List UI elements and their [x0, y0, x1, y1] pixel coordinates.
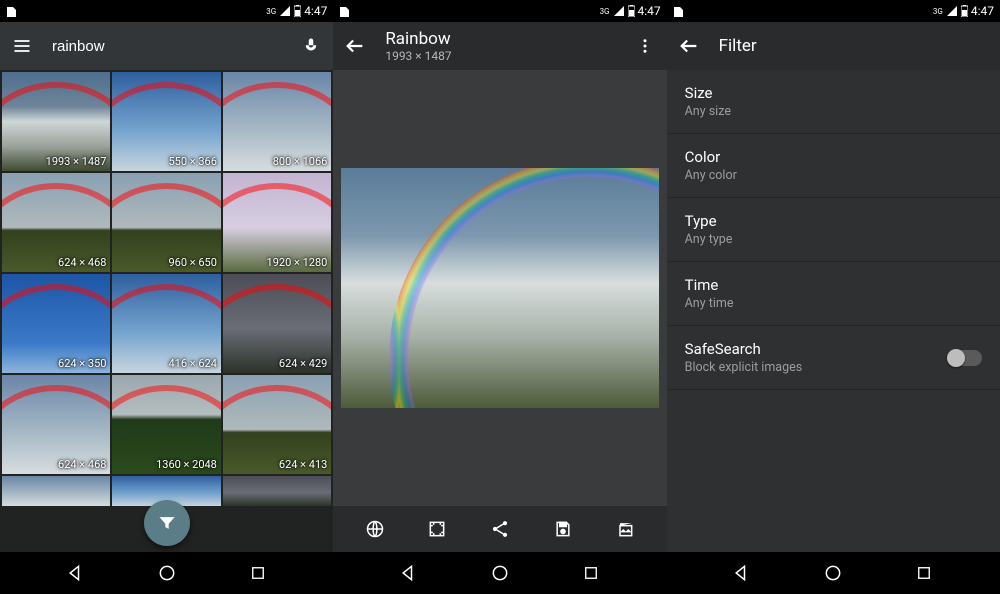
- back-icon[interactable]: [343, 34, 367, 58]
- mic-icon[interactable]: [299, 34, 323, 58]
- sdcard-icon: [339, 5, 350, 18]
- image-thumb[interactable]: 624 × 468: [2, 375, 110, 474]
- battery-icon: [628, 5, 635, 17]
- android-navbar: [333, 552, 666, 594]
- image-thumb[interactable]: 960 × 650: [112, 173, 220, 272]
- thumb-dimensions: 416 × 624: [168, 357, 216, 370]
- sdcard-icon: [6, 5, 17, 18]
- filter-title-text: Type: [685, 212, 733, 230]
- battery-icon: [294, 5, 301, 17]
- filter-sub-text: Any color: [685, 168, 737, 183]
- thumb-dimensions: 800 × 1066: [273, 155, 328, 168]
- filter-title-text: Color: [685, 148, 737, 166]
- image-thumb[interactable]: 624 × 429: [223, 274, 331, 373]
- back-icon[interactable]: [677, 34, 701, 58]
- image-thumb[interactable]: 1920 × 1280: [223, 173, 331, 272]
- save-icon[interactable]: [551, 517, 575, 541]
- gallery-icon[interactable]: [613, 517, 637, 541]
- thumb-dimensions: 550 × 366: [168, 155, 216, 168]
- thumb-dimensions: 1920 × 1280: [267, 256, 328, 269]
- detail-image-area[interactable]: [333, 70, 666, 506]
- nav-recent-icon[interactable]: [913, 562, 935, 584]
- nav-recent-icon[interactable]: [580, 562, 602, 584]
- image-thumb[interactable]: 800 × 1066: [223, 72, 331, 171]
- clock-label: 4:47: [304, 4, 327, 18]
- filter-item-size[interactable]: Size Any size: [667, 70, 1000, 134]
- filter-title: Filter: [719, 36, 757, 56]
- safesearch-toggle[interactable]: [948, 350, 982, 366]
- clock-label: 4:47: [638, 4, 661, 18]
- search-input[interactable]: [52, 38, 281, 55]
- android-navbar: [667, 552, 1000, 594]
- nav-home-icon[interactable]: [156, 562, 178, 584]
- thumb-dimensions: 624 × 468: [58, 458, 106, 471]
- nav-recent-icon[interactable]: [247, 562, 269, 584]
- filter-list: Size Any size Color Any color Type Any type…: [667, 70, 1000, 552]
- nav-back-icon[interactable]: [731, 562, 753, 584]
- signal-icon: [613, 5, 625, 17]
- thumb-dimensions: 960 × 650: [168, 256, 216, 269]
- filter-sub-text: Any time: [685, 296, 734, 311]
- battery-icon: [961, 5, 968, 17]
- panel-filter: 3G 4:47 Filter Size Any size Color Any col…: [667, 0, 1000, 594]
- image-thumb[interactable]: 416 × 624: [112, 274, 220, 373]
- image-thumb[interactable]: [223, 476, 331, 506]
- share-icon[interactable]: [488, 517, 512, 541]
- signal-icon: [279, 5, 291, 17]
- image-thumb[interactable]: 624 × 350: [2, 274, 110, 373]
- thumb-dimensions: 624 × 413: [279, 458, 327, 471]
- filter-fab[interactable]: [144, 500, 190, 546]
- filter-item-safesearch[interactable]: SafeSearch Block explicit images: [667, 326, 1000, 390]
- detail-appbar: Rainbow 1993 × 1487: [333, 22, 666, 70]
- nav-back-icon[interactable]: [65, 562, 87, 584]
- signal-icon: [946, 5, 958, 17]
- detail-subtitle: 1993 × 1487: [385, 49, 451, 63]
- android-navbar: [0, 552, 333, 594]
- nav-home-icon[interactable]: [489, 562, 511, 584]
- status-bar: 3G 4:47: [0, 0, 333, 22]
- panel-image-detail: 3G 4:47 Rainbow 1993 × 1487: [333, 0, 666, 594]
- image-thumb[interactable]: 550 × 366: [112, 72, 220, 171]
- filter-title-text: Size: [685, 84, 731, 102]
- image-grid: 1993 × 1487 550 × 366 800 × 1066 624 × 4…: [0, 70, 333, 552]
- image-thumb[interactable]: 1993 × 1487: [2, 72, 110, 171]
- image-thumb[interactable]: 624 × 413: [223, 375, 331, 474]
- nav-home-icon[interactable]: [822, 562, 844, 584]
- sdcard-icon: [673, 5, 684, 18]
- status-bar: 3G 4:47: [333, 0, 666, 22]
- overflow-menu-icon[interactable]: [633, 34, 657, 58]
- clock-label: 4:47: [971, 4, 994, 18]
- globe-icon[interactable]: [363, 517, 387, 541]
- nav-back-icon[interactable]: [398, 562, 420, 584]
- thumb-dimensions: 624 × 468: [58, 256, 106, 269]
- menu-icon[interactable]: [10, 34, 34, 58]
- filter-sub-text: Block explicit images: [685, 360, 803, 375]
- thumb-dimensions: 1360 × 2048: [156, 458, 217, 471]
- image-thumb[interactable]: [2, 476, 110, 506]
- detail-action-bar: [333, 506, 666, 552]
- network-label: 3G: [933, 7, 943, 16]
- status-bar: 3G 4:47: [667, 0, 1000, 22]
- detail-title: Rainbow: [385, 29, 451, 49]
- network-label: 3G: [266, 7, 276, 16]
- image-thumb[interactable]: 624 × 468: [2, 173, 110, 272]
- network-label: 3G: [600, 7, 610, 16]
- filter-appbar: Filter: [667, 22, 1000, 70]
- wallpaper-icon[interactable]: [425, 517, 449, 541]
- filter-title-text: Time: [685, 276, 734, 294]
- thumb-dimensions: 624 × 429: [279, 357, 327, 370]
- filter-sub-text: Any type: [685, 232, 733, 247]
- image-thumb[interactable]: 1360 × 2048: [112, 375, 220, 474]
- detail-image: [341, 168, 659, 408]
- panel-search-results: 3G 4:47 1993 × 1487 550 × 366 800 × 1066…: [0, 0, 333, 594]
- filter-item-type[interactable]: Type Any type: [667, 198, 1000, 262]
- filter-item-time[interactable]: Time Any time: [667, 262, 1000, 326]
- thumb-dimensions: 624 × 350: [58, 357, 106, 370]
- filter-item-color[interactable]: Color Any color: [667, 134, 1000, 198]
- thumb-dimensions: 1993 × 1487: [46, 155, 107, 168]
- filter-sub-text: Any size: [685, 104, 731, 119]
- search-appbar: [0, 22, 333, 70]
- filter-title-text: SafeSearch: [685, 340, 803, 358]
